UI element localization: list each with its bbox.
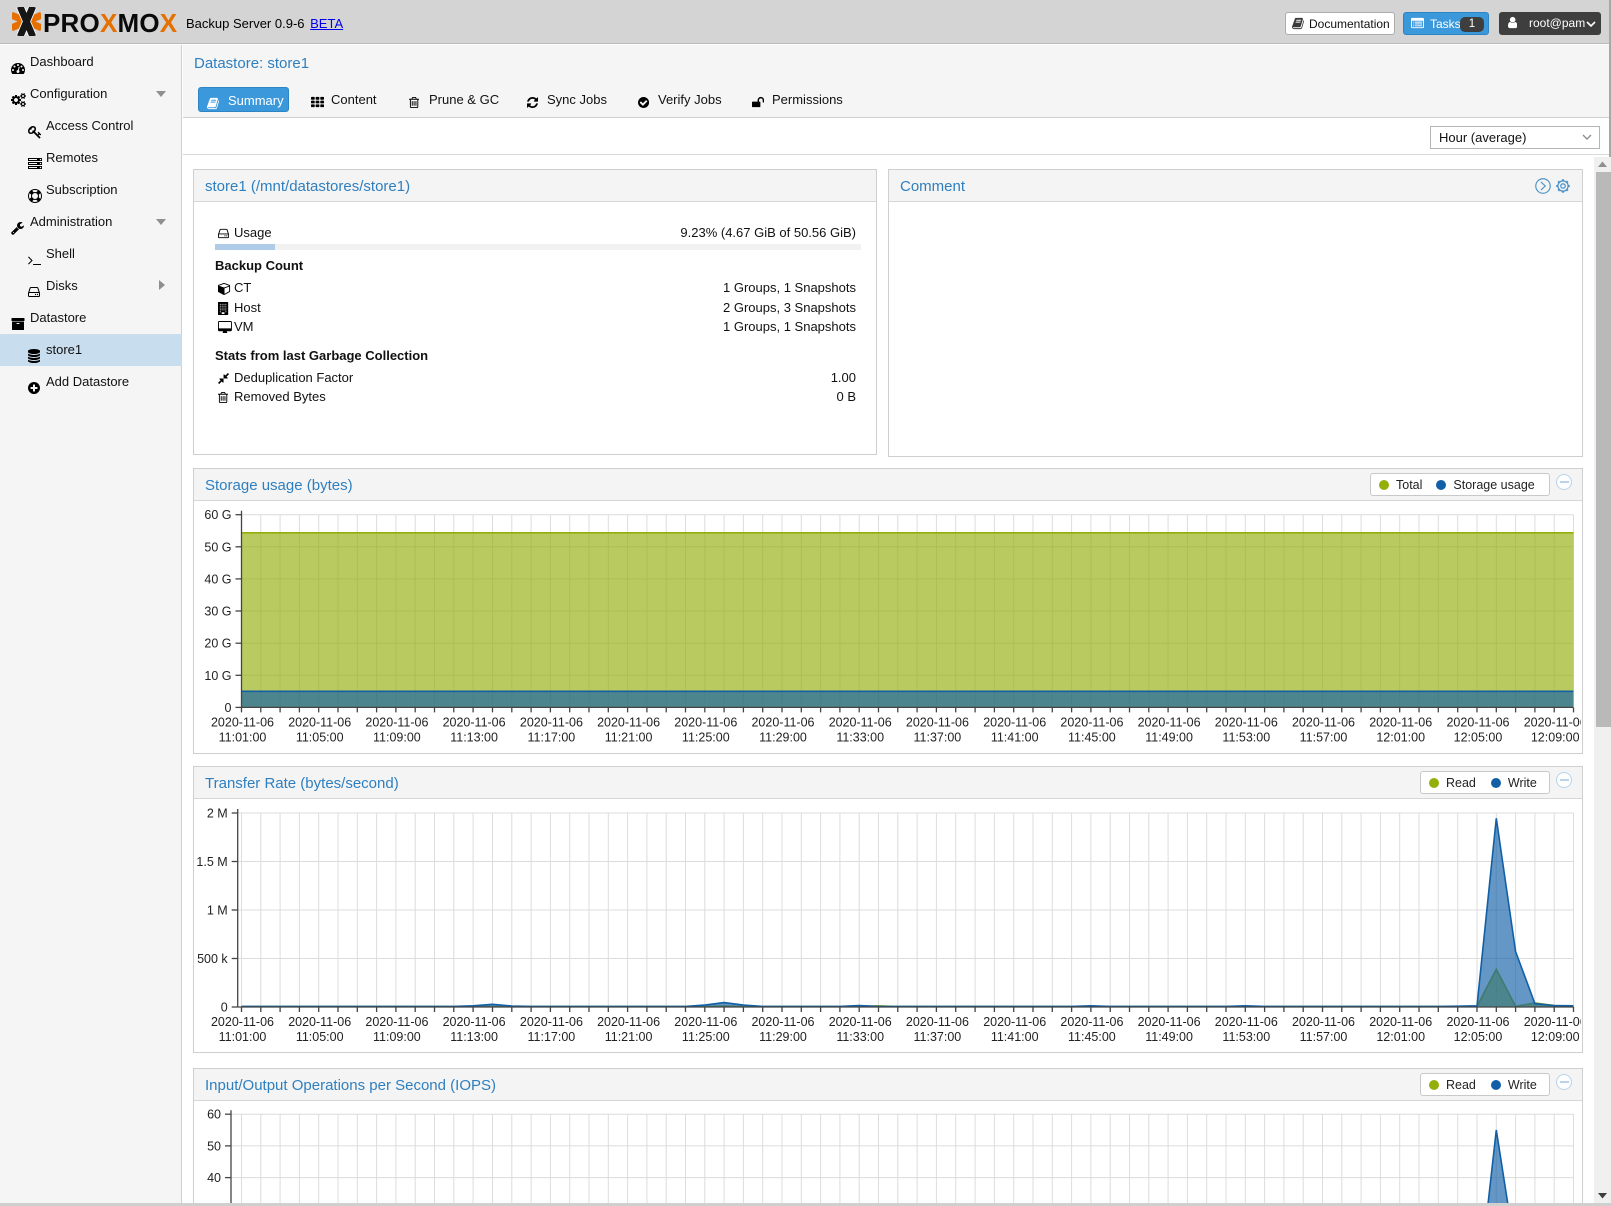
svg-text:500 k: 500 k: [197, 952, 228, 966]
svg-text:2020-11-06: 2020-11-06: [1446, 1015, 1509, 1029]
svg-text:11:49:00: 11:49:00: [1145, 730, 1193, 744]
svg-text:2020-11-06: 2020-11-06: [443, 1015, 506, 1029]
svg-text:11:37:00: 11:37:00: [914, 730, 962, 744]
svg-text:2020-11-06: 2020-11-06: [597, 1015, 660, 1029]
svg-text:2020-11-06: 2020-11-06: [674, 1015, 737, 1029]
svg-text:2020-11-06: 2020-11-06: [1369, 1015, 1432, 1029]
svg-text:2020-11-06: 2020-11-06: [983, 1015, 1046, 1029]
svg-text:2020-11-06: 2020-11-06: [829, 715, 892, 729]
svg-text:2020-11-06: 2020-11-06: [1138, 715, 1201, 729]
svg-text:12:05:00: 12:05:00: [1454, 730, 1503, 744]
svg-text:2020-11-06: 2020-11-06: [751, 715, 814, 729]
svg-text:60 G: 60 G: [204, 508, 231, 522]
svg-text:2020-11-06: 2020-11-06: [211, 715, 274, 729]
svg-text:11:09:00: 11:09:00: [373, 1030, 421, 1044]
svg-text:11:21:00: 11:21:00: [605, 1030, 653, 1044]
svg-text:11:29:00: 11:29:00: [759, 730, 807, 744]
svg-text:2020-11-06: 2020-11-06: [1215, 1015, 1278, 1029]
svg-text:2020-11-06: 2020-11-06: [1292, 1015, 1355, 1029]
svg-text:2020-11-06: 2020-11-06: [1215, 715, 1278, 729]
svg-text:11:17:00: 11:17:00: [528, 1030, 576, 1044]
svg-text:11:13:00: 11:13:00: [450, 1030, 498, 1044]
svg-text:11:05:00: 11:05:00: [296, 730, 344, 744]
svg-text:2020-11-06: 2020-11-06: [1060, 1015, 1123, 1029]
svg-text:11:09:00: 11:09:00: [373, 730, 421, 744]
svg-text:20 G: 20 G: [204, 637, 231, 651]
svg-text:2020-11-06: 2020-11-06: [674, 715, 737, 729]
svg-text:2020-11-06: 2020-11-06: [211, 1015, 274, 1029]
svg-text:11:41:00: 11:41:00: [991, 730, 1039, 744]
svg-text:11:57:00: 11:57:00: [1300, 730, 1348, 744]
svg-text:1 M: 1 M: [207, 904, 228, 918]
svg-text:1.5 M: 1.5 M: [196, 855, 227, 869]
svg-text:12:05:00: 12:05:00: [1454, 1030, 1503, 1044]
svg-text:0: 0: [221, 1001, 228, 1015]
svg-text:2020-11-06: 2020-11-06: [1446, 715, 1509, 729]
svg-text:2020-11-06: 2020-11-06: [1292, 715, 1355, 729]
svg-text:2020-11-06: 2020-11-06: [365, 715, 428, 729]
svg-text:11:45:00: 11:45:00: [1068, 1030, 1116, 1044]
svg-text:11:01:00: 11:01:00: [219, 1030, 267, 1044]
svg-text:2020-11-06: 2020-11-06: [829, 1015, 892, 1029]
svg-text:11:13:00: 11:13:00: [450, 730, 498, 744]
svg-text:11:37:00: 11:37:00: [914, 1030, 962, 1044]
svg-text:2020-11-06: 2020-11-06: [443, 715, 506, 729]
svg-text:40 G: 40 G: [204, 572, 231, 586]
svg-text:11:33:00: 11:33:00: [836, 730, 884, 744]
svg-text:11:53:00: 11:53:00: [1222, 730, 1270, 744]
svg-text:11:45:00: 11:45:00: [1068, 730, 1116, 744]
svg-text:11:01:00: 11:01:00: [219, 730, 267, 744]
svg-text:30 G: 30 G: [204, 605, 231, 619]
svg-text:11:49:00: 11:49:00: [1145, 1030, 1193, 1044]
svg-text:11:25:00: 11:25:00: [682, 730, 730, 744]
svg-text:2020-11-06: 2020-11-06: [906, 715, 969, 729]
svg-text:11:29:00: 11:29:00: [759, 1030, 807, 1044]
svg-text:12:09:00: 12:09:00: [1531, 1030, 1580, 1044]
svg-text:50: 50: [207, 1139, 221, 1153]
svg-text:0: 0: [225, 701, 232, 715]
svg-text:2020-11-06: 2020-11-06: [1369, 715, 1432, 729]
svg-text:11:53:00: 11:53:00: [1222, 1030, 1270, 1044]
svg-text:2 M: 2 M: [207, 807, 228, 821]
svg-text:2020-11-06: 2020-11-06: [751, 1015, 814, 1029]
svg-text:12:01:00: 12:01:00: [1376, 730, 1425, 744]
svg-text:2020-11-06: 2020-11-06: [1524, 715, 1581, 729]
svg-text:2020-11-06: 2020-11-06: [983, 715, 1046, 729]
svg-text:2020-11-06: 2020-11-06: [1138, 1015, 1201, 1029]
svg-text:11:05:00: 11:05:00: [296, 1030, 344, 1044]
svg-text:10 G: 10 G: [204, 669, 231, 683]
svg-text:2020-11-06: 2020-11-06: [288, 1015, 351, 1029]
svg-text:11:41:00: 11:41:00: [991, 1030, 1039, 1044]
svg-text:11:25:00: 11:25:00: [682, 1030, 730, 1044]
svg-text:2020-11-06: 2020-11-06: [1524, 1015, 1581, 1029]
svg-text:2020-11-06: 2020-11-06: [365, 1015, 428, 1029]
svg-text:11:33:00: 11:33:00: [836, 1030, 884, 1044]
svg-text:2020-11-06: 2020-11-06: [1060, 715, 1123, 729]
svg-text:12:01:00: 12:01:00: [1376, 1030, 1425, 1044]
svg-text:2020-11-06: 2020-11-06: [597, 715, 660, 729]
svg-text:60: 60: [207, 1108, 221, 1122]
svg-text:50 G: 50 G: [204, 540, 231, 554]
svg-text:2020-11-06: 2020-11-06: [906, 1015, 969, 1029]
svg-text:2020-11-06: 2020-11-06: [288, 715, 351, 729]
svg-text:12:09:00: 12:09:00: [1531, 730, 1580, 744]
svg-text:2020-11-06: 2020-11-06: [520, 1015, 583, 1029]
svg-text:11:57:00: 11:57:00: [1300, 1030, 1348, 1044]
svg-text:11:21:00: 11:21:00: [605, 730, 653, 744]
svg-text:2020-11-06: 2020-11-06: [520, 715, 583, 729]
svg-text:11:17:00: 11:17:00: [528, 730, 576, 744]
svg-text:40: 40: [207, 1171, 221, 1185]
